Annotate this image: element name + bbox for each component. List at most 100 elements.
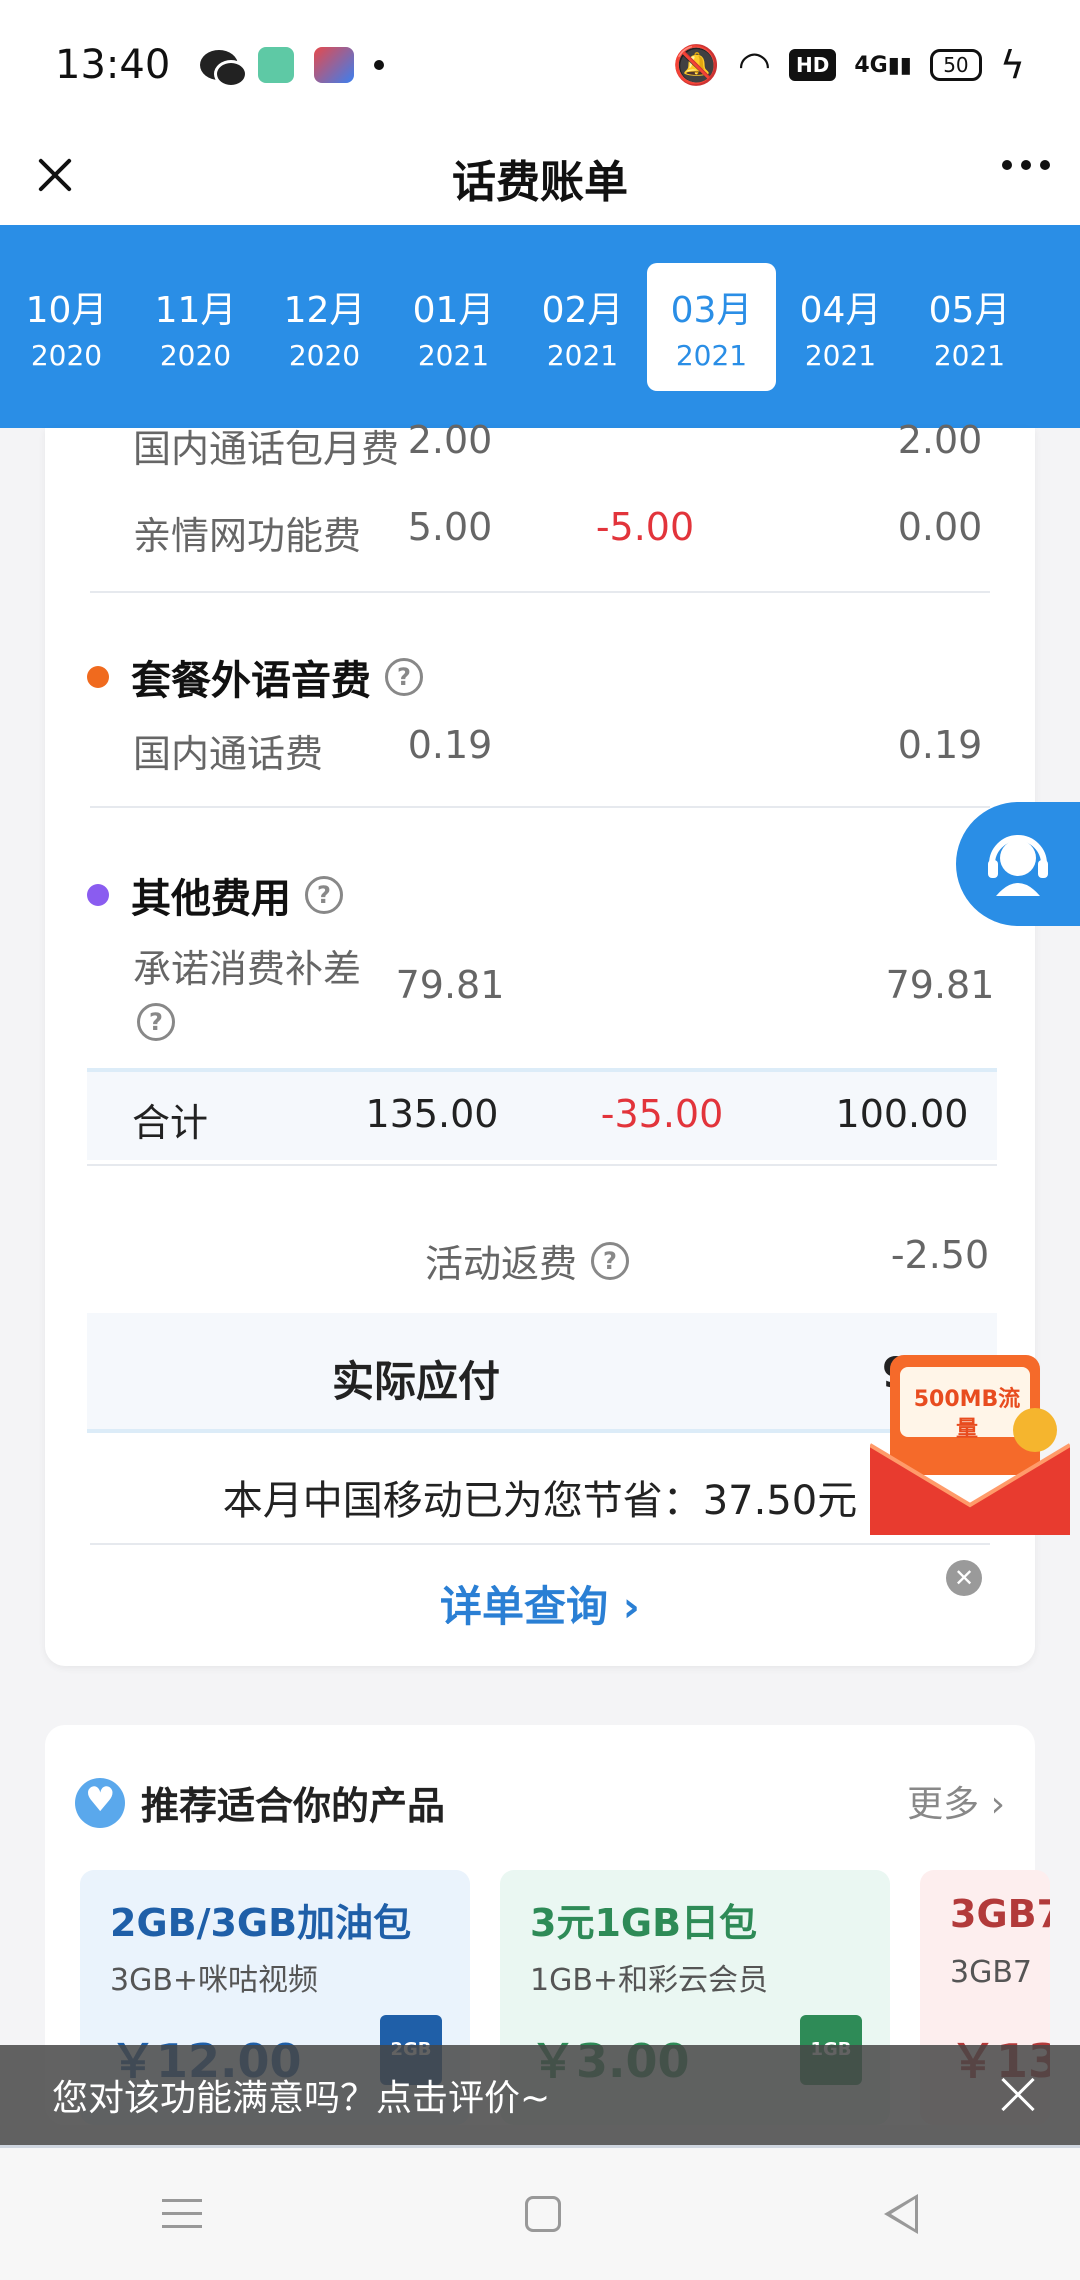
detail-query-link[interactable]: 详单查询 › xyxy=(45,1573,1035,1634)
feedback-text: 您对该功能满意吗？点击评价~ xyxy=(52,2078,551,2119)
year-label: 2021 xyxy=(804,339,877,372)
more-label: 更多 xyxy=(907,1784,980,1825)
item-discount: -5.00 xyxy=(595,505,695,549)
product-name: 3GB7 xyxy=(950,1892,1050,1936)
battery-icon: 50 xyxy=(929,49,982,81)
status-time: 13:40 xyxy=(55,42,171,88)
home-icon[interactable] xyxy=(524,2196,561,2232)
app-notification-icon xyxy=(258,47,295,83)
hd-icon: HD xyxy=(788,49,837,81)
feedback-close-icon[interactable] xyxy=(996,2073,1040,2117)
orange-dot-icon xyxy=(87,666,109,688)
notification-icons xyxy=(200,47,385,88)
red-envelope-icon xyxy=(868,1355,1072,1535)
more-options-icon[interactable] xyxy=(1002,160,1050,170)
wifi-icon: ◠ xyxy=(737,43,771,87)
product-name: 2GB/3GB加油包 xyxy=(110,1901,412,1945)
year-label: 2021 xyxy=(675,339,748,372)
section-voice-label: 套餐外语音费 xyxy=(131,658,371,704)
title-bar: 话费账单 xyxy=(0,130,1080,225)
total-actual: 100.00 xyxy=(835,1092,969,1136)
status-bar: 13:40 🔕 ◠ HD 4G▮▮ 50 ϟ xyxy=(0,0,1080,130)
month-label: 03月 xyxy=(670,290,753,331)
divider xyxy=(90,591,990,593)
total-discount: -35.00 xyxy=(600,1092,724,1136)
detail-query-label: 详单查询 xyxy=(440,1582,609,1631)
payable-block: 实际应付 97 xyxy=(87,1313,997,1433)
rebate-label: 活动返费 xyxy=(425,1242,578,1286)
charging-icon: ϟ xyxy=(999,43,1025,87)
back-icon[interactable] xyxy=(884,2194,919,2234)
month-label: 02月 xyxy=(541,290,624,331)
item-actual: 0.00 xyxy=(897,505,983,549)
month-tab[interactable]: 12月 2020 xyxy=(260,263,389,391)
customer-service-button[interactable] xyxy=(956,802,1080,926)
system-nav-bar xyxy=(0,2148,1080,2280)
app-notification-icon-2 xyxy=(314,47,355,83)
more-notifications-dot-icon xyxy=(374,60,385,70)
month-tab[interactable]: 01月 2021 xyxy=(389,263,518,391)
year-label: 2020 xyxy=(30,339,103,372)
page-title: 话费账单 xyxy=(452,156,628,208)
headset-icon xyxy=(988,835,1048,896)
close-icon[interactable] xyxy=(30,150,80,200)
total-row-block: 合计 135.00 -35.00 100.00 xyxy=(87,1068,997,1160)
purple-dot-icon xyxy=(87,884,109,906)
wechat-icon xyxy=(200,50,249,88)
divider xyxy=(90,1543,990,1545)
chevron-right-icon: › xyxy=(990,1784,1005,1825)
divider xyxy=(87,1164,997,1166)
item-actual: 2.00 xyxy=(897,418,983,462)
rebate-label-wrap: 活动返费 ? xyxy=(425,1233,630,1288)
promo-close-icon[interactable]: ✕ xyxy=(946,1560,982,1596)
section-title-voice: 套餐外语音费 ? xyxy=(87,648,423,706)
help-icon[interactable]: ? xyxy=(591,1241,630,1280)
month-label: 10月 xyxy=(25,290,108,331)
payable-label: 实际应付 xyxy=(332,1357,501,1406)
month-tab[interactable]: 11月 2020 xyxy=(131,263,260,391)
month-tab[interactable]: 05月 2021 xyxy=(905,263,1034,391)
recent-apps-icon[interactable] xyxy=(161,2199,202,2229)
product-name: 3元1GB日包 xyxy=(530,1901,758,1945)
help-icon[interactable]: ? xyxy=(305,876,343,914)
section-other-label: 其他费用 xyxy=(131,876,291,922)
promo-floating-badge[interactable]: 500MB流量 xyxy=(868,1355,1072,1535)
signal-icon: 4G▮▮ xyxy=(854,52,912,78)
section-title-other: 其他费用 ? xyxy=(87,866,343,924)
month-label: 01月 xyxy=(412,290,495,331)
month-tab[interactable]: 02月 2021 xyxy=(518,263,647,391)
divider xyxy=(90,806,990,808)
year-label: 2021 xyxy=(417,339,490,372)
item-actual: 0.19 xyxy=(897,723,983,767)
system-icons: 🔕 ◠ HD 4G▮▮ 50 ϟ xyxy=(672,43,1025,88)
month-tab[interactable]: 10月 2020 xyxy=(2,263,131,391)
help-icon[interactable]: ? xyxy=(137,1003,175,1041)
product-desc: 3GB7 xyxy=(950,1955,1033,1990)
total-amount: 135.00 xyxy=(365,1092,499,1136)
product-desc: 1GB+和彩云会员 xyxy=(530,1963,769,1998)
product-desc: 3GB+咪咕视频 xyxy=(110,1963,319,1998)
help-icon[interactable]: ? xyxy=(385,658,423,696)
total-label: 合计 xyxy=(132,1101,209,1145)
year-label: 2021 xyxy=(933,339,1006,372)
month-tab[interactable]: 03月 2021 xyxy=(647,262,776,391)
promo-label: 500MB流量 xyxy=(913,1387,1021,1442)
month-label: 12月 xyxy=(283,290,366,331)
month-label: 11月 xyxy=(154,290,237,331)
month-label: 05月 xyxy=(928,290,1011,331)
item-amount: 79.81 xyxy=(395,963,505,1007)
heart-icon xyxy=(75,1777,125,1828)
chevron-right-icon: › xyxy=(622,1582,640,1631)
mute-icon: 🔕 xyxy=(672,42,720,87)
month-selector: 10月 2020 11月 2020 12月 2020 01月 2021 02月 2021 03月 20… xyxy=(0,225,1080,428)
rebate-value: -2.50 xyxy=(890,1233,990,1277)
month-tab[interactable]: 04月 2021 xyxy=(776,263,905,391)
item-amount: 2.00 xyxy=(407,418,493,462)
item-amount: 0.19 xyxy=(407,723,493,767)
recommend-more-link[interactable]: 更多 › xyxy=(907,1775,1005,1827)
recommend-title: 推荐适合你的产品 xyxy=(141,1784,446,1828)
year-label: 2020 xyxy=(288,339,361,372)
item-amount: 5.00 xyxy=(407,505,493,549)
year-label: 2020 xyxy=(159,339,232,372)
feedback-bar[interactable]: 您对该功能满意吗？点击评价~ xyxy=(0,2045,1080,2145)
